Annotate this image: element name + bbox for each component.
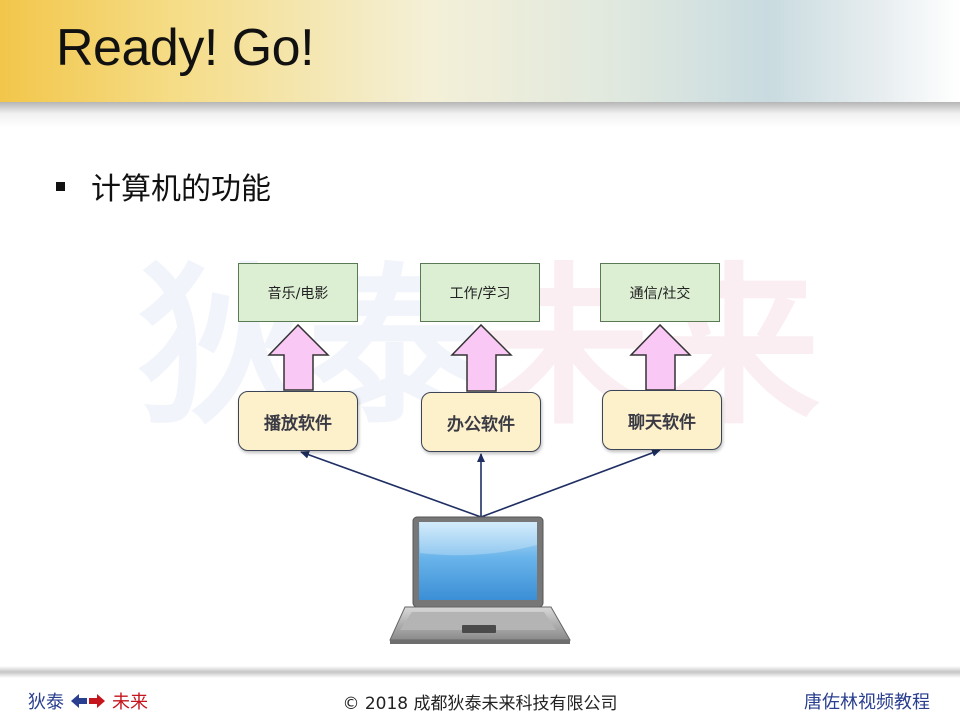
top-box-work: 工作/学习 bbox=[420, 263, 540, 322]
app-box-office: 办公软件 bbox=[421, 392, 541, 452]
up-arrow-1-icon bbox=[267, 323, 330, 391]
laptop-icon bbox=[389, 516, 571, 644]
footer-course: 唐佐林视频教程 bbox=[804, 692, 930, 713]
app-box-chat: 聊天软件 bbox=[602, 390, 722, 450]
connector-left bbox=[300, 450, 482, 518]
footer-divider bbox=[0, 666, 960, 678]
top-box-media: 音乐/电影 bbox=[238, 263, 358, 322]
up-arrow-3-icon bbox=[629, 323, 692, 391]
app-box-player: 播放软件 bbox=[238, 391, 358, 451]
diagram-graphics bbox=[267, 323, 692, 644]
up-arrow-2-icon bbox=[450, 323, 513, 392]
top-box-social: 通信/社交 bbox=[600, 263, 720, 322]
connector-right bbox=[480, 449, 661, 518]
slide: Ready! Go! 计算机的功能 狄泰未来 bbox=[0, 0, 960, 720]
